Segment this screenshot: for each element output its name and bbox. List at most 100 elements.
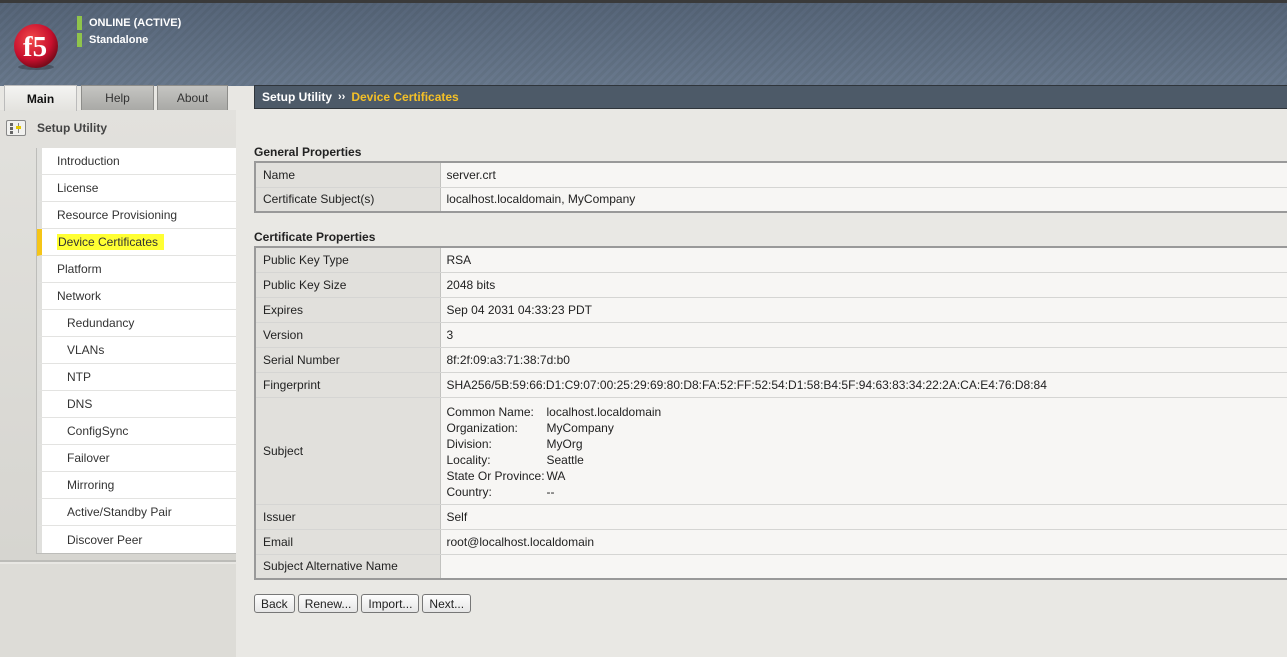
mode-indicator bbox=[77, 32, 82, 47]
name-value: server.crt bbox=[440, 162, 1287, 188]
fingerprint-label: Fingerprint bbox=[255, 372, 441, 398]
sidebar-item-device-certificates[interactable]: Device Certificates bbox=[37, 229, 236, 256]
status-mode: Standalone bbox=[89, 33, 149, 46]
general-properties-title: General Properties bbox=[254, 145, 362, 159]
sidebar-item-configsync[interactable]: ConfigSync bbox=[37, 418, 236, 445]
table-row: Subject Alternative Name bbox=[255, 554, 1287, 579]
tab-help[interactable]: Help bbox=[81, 85, 154, 110]
renew-button[interactable]: Renew... bbox=[297, 594, 359, 613]
san-label: Subject Alternative Name bbox=[255, 554, 441, 579]
sidebar-item-label: Device Certificates bbox=[57, 234, 165, 250]
sidebar-item-vlans[interactable]: VLANs bbox=[37, 337, 236, 364]
table-row: Fingerprint SHA256/5B:59:66:D1:C9:07:00:… bbox=[255, 372, 1287, 398]
division-key: Division: bbox=[446, 436, 492, 451]
sidebar-item-label: VLANs bbox=[67, 343, 105, 357]
organization-key: Organization: bbox=[446, 420, 518, 435]
breadcrumb-current: Device Certificates bbox=[351, 90, 459, 104]
common-name-key: Common Name: bbox=[446, 404, 534, 419]
breadcrumb: Setup Utility ›› Device Certificates bbox=[254, 85, 1287, 109]
sidebar-item-label: License bbox=[57, 181, 99, 195]
import-button[interactable]: Import... bbox=[361, 594, 420, 613]
table-row: Name server.crt bbox=[255, 162, 1287, 188]
sidebar-item-introduction[interactable]: Introduction bbox=[37, 148, 236, 175]
certificate-properties-title: Certificate Properties bbox=[254, 230, 376, 244]
sidebar-item-dns[interactable]: DNS bbox=[37, 391, 236, 418]
fingerprint-value: SHA256/5B:59:66:D1:C9:07:00:25:29:69:80:… bbox=[440, 372, 1287, 398]
sidebar-item-ntp[interactable]: NTP bbox=[37, 364, 236, 391]
sidebar-item-mirroring[interactable]: Mirroring bbox=[37, 472, 236, 499]
svg-text:f5: f5 bbox=[23, 31, 47, 63]
tab-main[interactable]: Main bbox=[4, 85, 77, 111]
sidebar-item-label: Platform bbox=[57, 262, 102, 276]
table-row: Public Key Size 2048 bits bbox=[255, 272, 1287, 298]
version-label: Version bbox=[255, 322, 441, 348]
table-row: Expires Sep 04 2031 04:33:23 PDT bbox=[255, 297, 1287, 323]
division-value: MyOrg bbox=[546, 436, 583, 451]
sidebar-item-label: Discover Peer bbox=[67, 532, 143, 547]
organization-value: MyCompany bbox=[546, 420, 614, 435]
sidebar-title: Setup Utility bbox=[37, 121, 108, 135]
common-name-value: localhost.localdomain bbox=[546, 404, 662, 419]
sidebar-item-license[interactable]: License bbox=[37, 175, 236, 202]
public-key-type-label: Public Key Type bbox=[255, 247, 441, 273]
email-label: Email bbox=[255, 529, 441, 555]
expires-label: Expires bbox=[255, 297, 441, 323]
sidebar-item-label: Redundancy bbox=[67, 316, 135, 330]
device-status: ONLINE (ACTIVE) Standalone bbox=[77, 14, 181, 48]
sidebar-item-failover[interactable]: Failover bbox=[37, 445, 236, 472]
sidebar-item-label: Resource Provisioning bbox=[57, 208, 178, 222]
subject-label: Subject bbox=[255, 397, 441, 505]
sidebar-item-label: ConfigSync bbox=[67, 424, 129, 438]
status-indicator bbox=[77, 15, 82, 30]
sidebar-item-label: Mirroring bbox=[67, 478, 115, 492]
version-value: 3 bbox=[440, 322, 1287, 348]
serial-number-value: 8f:2f:09:a3:71:38:7d:b0 bbox=[440, 347, 1287, 373]
sidebar-item-platform[interactable]: Platform bbox=[37, 256, 236, 283]
sidebar-item-label: Active/Standby Pair bbox=[67, 505, 172, 519]
sidebar-item-label: NTP bbox=[67, 370, 91, 384]
locality-key: Locality: bbox=[446, 452, 491, 467]
sidebar-item-network[interactable]: Network bbox=[37, 283, 236, 310]
state-key: State Or Province: bbox=[446, 468, 545, 483]
country-value: -- bbox=[546, 484, 555, 499]
action-buttons: Back Renew... Import... Next... bbox=[254, 594, 474, 613]
sidebar-item-label: DNS bbox=[67, 397, 93, 411]
name-label: Name bbox=[255, 162, 441, 188]
breadcrumb-separator: ›› bbox=[338, 91, 346, 103]
header-banner: f5 ONLINE (ACTIVE) Standalone bbox=[0, 0, 1287, 86]
sidebar-item-label: Failover bbox=[67, 451, 110, 465]
sidebar-item-redundancy[interactable]: Redundancy bbox=[37, 310, 236, 337]
subject-value: Common Name: localhost.localdomain Organ… bbox=[440, 397, 1287, 505]
table-row: Version 3 bbox=[255, 322, 1287, 348]
sidebar-nav: Introduction License Resource Provisioni… bbox=[36, 148, 236, 554]
email-value: root@localhost.localdomain bbox=[440, 529, 1287, 555]
sidebar-item-label: Network bbox=[57, 289, 102, 303]
tab-about[interactable]: About bbox=[157, 85, 228, 110]
public-key-type-value: RSA bbox=[440, 247, 1287, 273]
back-button[interactable]: Back bbox=[254, 594, 295, 613]
san-value bbox=[440, 554, 1287, 579]
f5-logo: f5 bbox=[14, 24, 58, 70]
issuer-value: Self bbox=[440, 504, 1287, 530]
table-row: Serial Number 8f:2f:09:a3:71:38:7d:b0 bbox=[255, 347, 1287, 373]
breadcrumb-root[interactable]: Setup Utility bbox=[262, 90, 332, 104]
issuer-label: Issuer bbox=[255, 504, 441, 530]
serial-number-label: Serial Number bbox=[255, 347, 441, 373]
sidebar-item-resource-provisioning[interactable]: Resource Provisioning bbox=[37, 202, 236, 229]
country-key: Country: bbox=[446, 484, 492, 499]
sidebar-footer bbox=[0, 564, 236, 657]
table-row: Subject Common Name: localhost.localdoma… bbox=[255, 397, 1287, 505]
sidebar-item-discover-peer[interactable]: Discover Peer bbox=[37, 526, 236, 553]
subject-fields: Common Name: localhost.localdomain Organ… bbox=[447, 398, 1287, 504]
expires-value: Sep 04 2031 04:33:23 PDT bbox=[440, 297, 1287, 323]
public-key-size-label: Public Key Size bbox=[255, 272, 441, 298]
status-online: ONLINE (ACTIVE) bbox=[89, 16, 182, 29]
table-row: Issuer Self bbox=[255, 504, 1287, 530]
main-tabs: Main Help About bbox=[4, 85, 231, 111]
table-row: Certificate Subject(s) localhost.localdo… bbox=[255, 187, 1287, 212]
setup-utility-icon bbox=[6, 120, 26, 136]
sidebar-item-active-standby-pair[interactable]: Active/Standby Pair bbox=[37, 499, 236, 526]
sidebar-item-label: Introduction bbox=[57, 154, 120, 168]
next-button[interactable]: Next... bbox=[422, 594, 472, 613]
state-value: WA bbox=[546, 468, 566, 483]
